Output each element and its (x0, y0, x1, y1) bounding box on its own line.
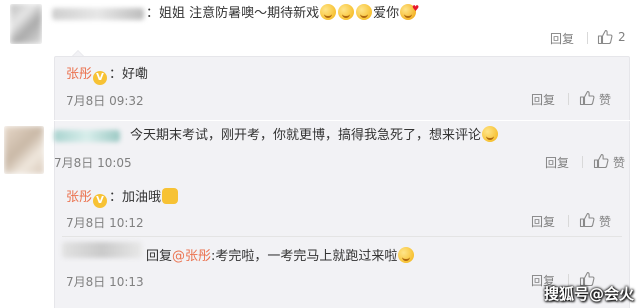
smile-emoji-icon (356, 4, 373, 20)
reply-divider (62, 236, 622, 237)
reply-button[interactable]: 回复 (531, 213, 555, 230)
timestamp: 7月8日 10:05 (54, 156, 132, 170)
author-name[interactable]: 张彤 (66, 190, 92, 205)
thumbs-up-icon[interactable] (579, 212, 595, 228)
smile-emoji-icon (320, 4, 337, 20)
reply-button[interactable]: 回复 (545, 154, 569, 171)
reply-text: 张彤 V ：加油哦 (66, 188, 179, 208)
like-count: 2 (618, 30, 626, 44)
comment-divider (0, 120, 640, 121)
comment-text: ：姐姐 注意防暑噢～期待新戏 爱你 (146, 0, 419, 23)
reply-text: 回复@张彤:考完啦，一考完马上就跑过来啦 (146, 247, 415, 266)
tongue-emoji-icon (398, 247, 415, 263)
reply-button[interactable]: 回复 (550, 30, 574, 47)
timestamp: 7月8日 10:12 (66, 216, 144, 230)
author-name[interactable]: 张彤 (66, 67, 92, 82)
comment-text: 今天期末考试，刚开考，你就更博，搞得我急死了，想来评论 (130, 126, 499, 145)
mention-link[interactable]: @张彤 (172, 249, 211, 264)
timestamp: 7月8日 09:32 (66, 94, 144, 108)
like-button[interactable]: 赞 (599, 213, 611, 230)
username-blurred[interactable] (52, 8, 144, 20)
thumbs-up-icon[interactable] (597, 29, 613, 45)
watermark: 搜狐号@会火 (543, 285, 634, 303)
divider (582, 156, 583, 168)
avatar[interactable] (10, 4, 42, 44)
like-button[interactable]: 赞 (599, 91, 611, 108)
username-blurred[interactable] (54, 130, 120, 142)
reply-button[interactable]: 回复 (531, 91, 555, 108)
divider (568, 215, 569, 227)
divider (587, 32, 588, 44)
timestamp: 7月8日 10:13 (66, 275, 144, 289)
avatar[interactable] (4, 126, 44, 174)
thumbs-up-icon[interactable] (593, 153, 609, 169)
kiss-emoji-icon (400, 0, 419, 20)
verified-v-badge-icon: V (93, 194, 108, 208)
username-blurred[interactable] (62, 242, 142, 258)
laughing-emoji-icon (482, 126, 499, 142)
thumbs-up-icon[interactable] (579, 90, 595, 106)
flexed-arm-emoji-icon (162, 188, 179, 204)
smile-emoji-icon (338, 4, 355, 20)
divider (568, 93, 569, 105)
like-button[interactable]: 赞 (613, 154, 625, 171)
verified-v-badge-icon: V (93, 71, 108, 85)
reply-text: 张彤 V ：好嘞 (66, 67, 149, 85)
